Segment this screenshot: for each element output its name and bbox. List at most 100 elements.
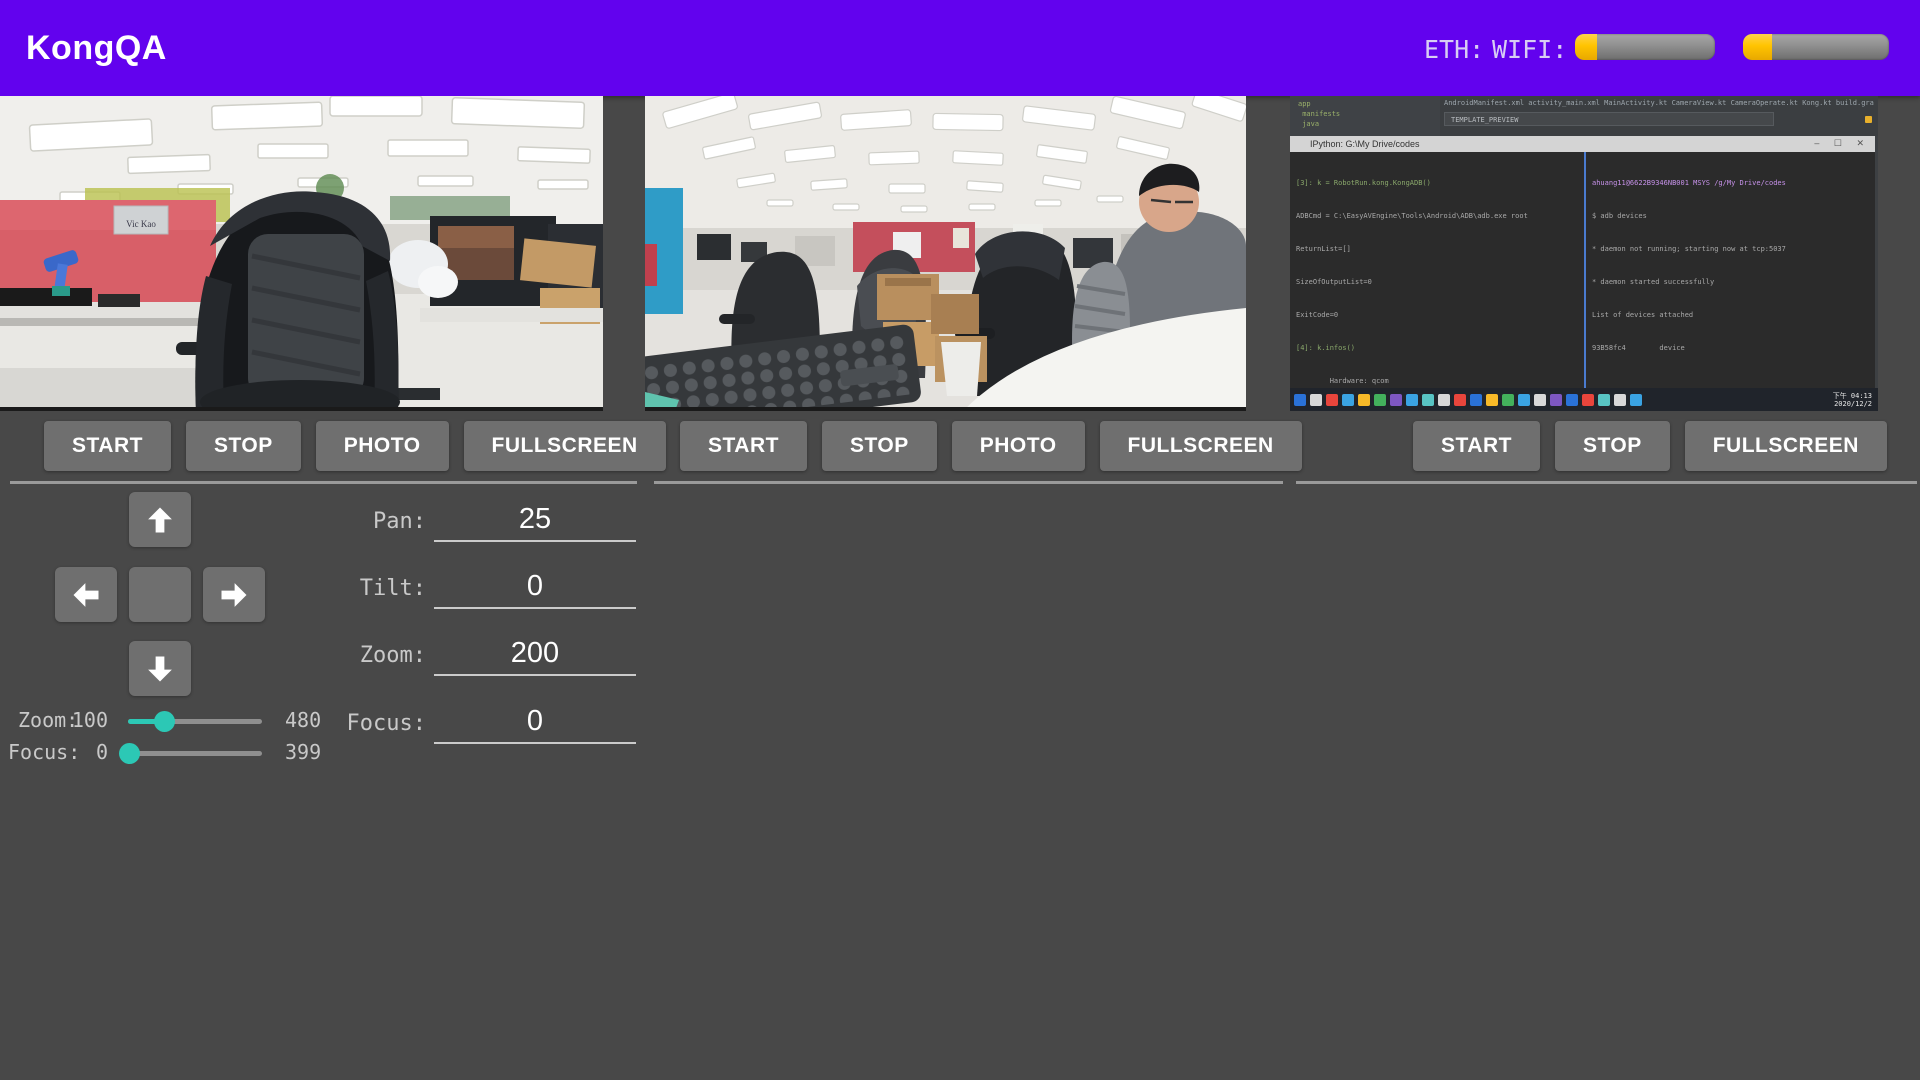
wifi-progress-fill	[1743, 34, 1772, 60]
focus-field-row: Focus: 0	[280, 696, 636, 744]
camera1-video-image: Vic Kao	[0, 96, 603, 411]
terminal-line: ADBCmd = C:\EasyAVEngine\Tools\Android\A…	[1296, 211, 1580, 222]
terminal-split-divider	[1584, 152, 1586, 388]
eth-progressbar	[1575, 34, 1715, 60]
taskbar-clock-time: 下午 04:13	[1833, 392, 1872, 400]
taskbar-icon	[1422, 394, 1434, 406]
floor	[0, 368, 210, 411]
pan-left-button[interactable]	[55, 567, 117, 622]
taskbar-icon	[1310, 394, 1322, 406]
camera1-start-button[interactable]: START	[44, 421, 171, 471]
terminal-right-pane: ahuang11@6622B9346NB001 MSYS /g/My Drive…	[1592, 156, 1872, 386]
eth-progress-fill	[1575, 34, 1597, 60]
focus-slider-track[interactable]	[128, 751, 262, 756]
focus-slider-handle[interactable]	[119, 743, 140, 764]
taskbar-icon	[1630, 394, 1642, 406]
taskbar-icon	[1342, 394, 1354, 406]
pan-right-button[interactable]	[203, 567, 265, 622]
terminal-line: [4]: k.infos()	[1296, 343, 1580, 354]
eth-label: ETH:	[1424, 0, 1484, 96]
camera1-controls: START STOP PHOTO FULLSCREEN	[44, 421, 666, 471]
zoom-slider-handle[interactable]	[154, 711, 175, 732]
camera1-video-feed: Vic Kao	[0, 96, 603, 411]
camera3-fullscreen-button[interactable]: FULLSCREEN	[1685, 421, 1887, 471]
terminal-line: ReturnList=[]	[1296, 244, 1580, 255]
focus-slider-min: 0	[56, 740, 108, 764]
camera3-start-button[interactable]: START	[1413, 421, 1540, 471]
arrow-left-icon	[71, 580, 101, 610]
tilt-down-button[interactable]	[129, 641, 191, 696]
svg-text:Vic Kao: Vic Kao	[126, 219, 156, 229]
pan-field-row: Pan: 25	[280, 494, 636, 542]
camera2-photo-button[interactable]: PHOTO	[952, 421, 1085, 471]
camera2-stop-button[interactable]: STOP	[822, 421, 937, 471]
camera1-stop-button[interactable]: STOP	[186, 421, 301, 471]
camera2-video-feed	[645, 96, 1246, 411]
app-window: KongQA ETH: WIFI:	[0, 0, 1920, 1080]
name-sign: Vic Kao	[114, 206, 168, 234]
camera2-start-button[interactable]: START	[680, 421, 807, 471]
arrow-up-icon	[145, 505, 175, 535]
zoom-slider-track[interactable]	[128, 719, 262, 724]
taskbar-icon	[1470, 394, 1482, 406]
taskbar-icon	[1550, 394, 1562, 406]
pan-input[interactable]: 25	[434, 503, 636, 542]
taskbar-icon	[1582, 394, 1594, 406]
taskbar-icon	[1502, 394, 1514, 406]
window-controls: – ☐ ✕	[1814, 136, 1870, 152]
camera2-video-image	[645, 96, 1246, 411]
app-header: KongQA ETH: WIFI:	[0, 0, 1920, 96]
terminal-line: $ adb devices	[1592, 211, 1872, 222]
ide-find-bar: TEMPLATE_PREVIEW	[1444, 112, 1774, 126]
zoom-field-label: Zoom:	[280, 643, 426, 676]
zoom-slider-min: 100	[56, 708, 108, 732]
taskbar-clock: 下午 04:13 2020/12/2	[1833, 392, 1872, 408]
taskbar-icon	[1534, 394, 1546, 406]
app-title: KongQA	[26, 0, 167, 96]
pan-field-label: Pan:	[280, 509, 426, 542]
camera3-stop-button[interactable]: STOP	[1555, 421, 1670, 471]
taskbar-icon	[1614, 394, 1626, 406]
paper-bucket	[941, 342, 981, 396]
windows-start-icon	[1294, 394, 1306, 406]
terminal-line: ExitCode=0	[1296, 310, 1580, 321]
camera1-photo-button[interactable]: PHOTO	[316, 421, 449, 471]
tilt-up-button[interactable]	[129, 492, 191, 547]
terminal-line: SizeOfOutputList=0	[1296, 277, 1580, 288]
focus-field-label: Focus:	[280, 711, 426, 744]
ide-notification-dot	[1865, 116, 1872, 123]
taskbar-icon	[1374, 394, 1386, 406]
taskbar-icon	[1390, 394, 1402, 406]
camera3-video-feed: app manifests java AndroidManifest.xml a…	[1290, 96, 1878, 411]
taskbar-icon	[1518, 394, 1530, 406]
ide-editor-tabs: AndroidManifest.xml activity_main.xml Ma…	[1444, 99, 1874, 107]
zoom-input[interactable]: 200	[434, 637, 636, 676]
wifi-label: WIFI:	[1492, 0, 1567, 96]
terminal-line: [3]: k = RobotRun.kong.KongADB()	[1296, 178, 1580, 189]
tilt-field-label: Tilt:	[280, 576, 426, 609]
taskbar-icon	[1454, 394, 1466, 406]
zoom-field-row: Zoom: 200	[280, 628, 636, 676]
camera1-separator	[10, 481, 637, 484]
terminal-line: Hardware: qcom	[1296, 376, 1580, 386]
focus-input[interactable]: 0	[434, 705, 636, 744]
tilt-input[interactable]: 0	[434, 570, 636, 609]
terminal-line: * daemon not running; starting now at tc…	[1592, 244, 1872, 255]
terminal-window-title: IPython: G:\My Drive/codes	[1290, 136, 1875, 152]
arrow-down-icon	[145, 654, 175, 684]
ptz-home-button[interactable]	[129, 567, 191, 622]
arrow-right-icon	[219, 580, 249, 610]
terminal-line: ahuang11@6622B9346NB001 MSYS /g/My Drive…	[1592, 178, 1872, 189]
terminal-line: List of devices attached	[1592, 310, 1872, 321]
ide-window: app manifests java AndroidManifest.xml a…	[1290, 96, 1878, 136]
camera2-fullscreen-button[interactable]: FULLSCREEN	[1100, 421, 1302, 471]
taskbar-icon	[1566, 394, 1578, 406]
terminal-left-pane: [3]: k = RobotRun.kong.KongADB() ADBCmd …	[1296, 156, 1580, 386]
camera2-controls: START STOP PHOTO FULLSCREEN	[680, 421, 1302, 471]
taskbar-icon	[1438, 394, 1450, 406]
taskbar-icon	[1598, 394, 1610, 406]
terminal-line: * daemon started successfully	[1592, 277, 1872, 288]
taskbar: 下午 04:13 2020/12/2	[1290, 388, 1878, 411]
camera2-separator	[654, 481, 1283, 484]
camera1-fullscreen-button[interactable]: FULLSCREEN	[464, 421, 666, 471]
